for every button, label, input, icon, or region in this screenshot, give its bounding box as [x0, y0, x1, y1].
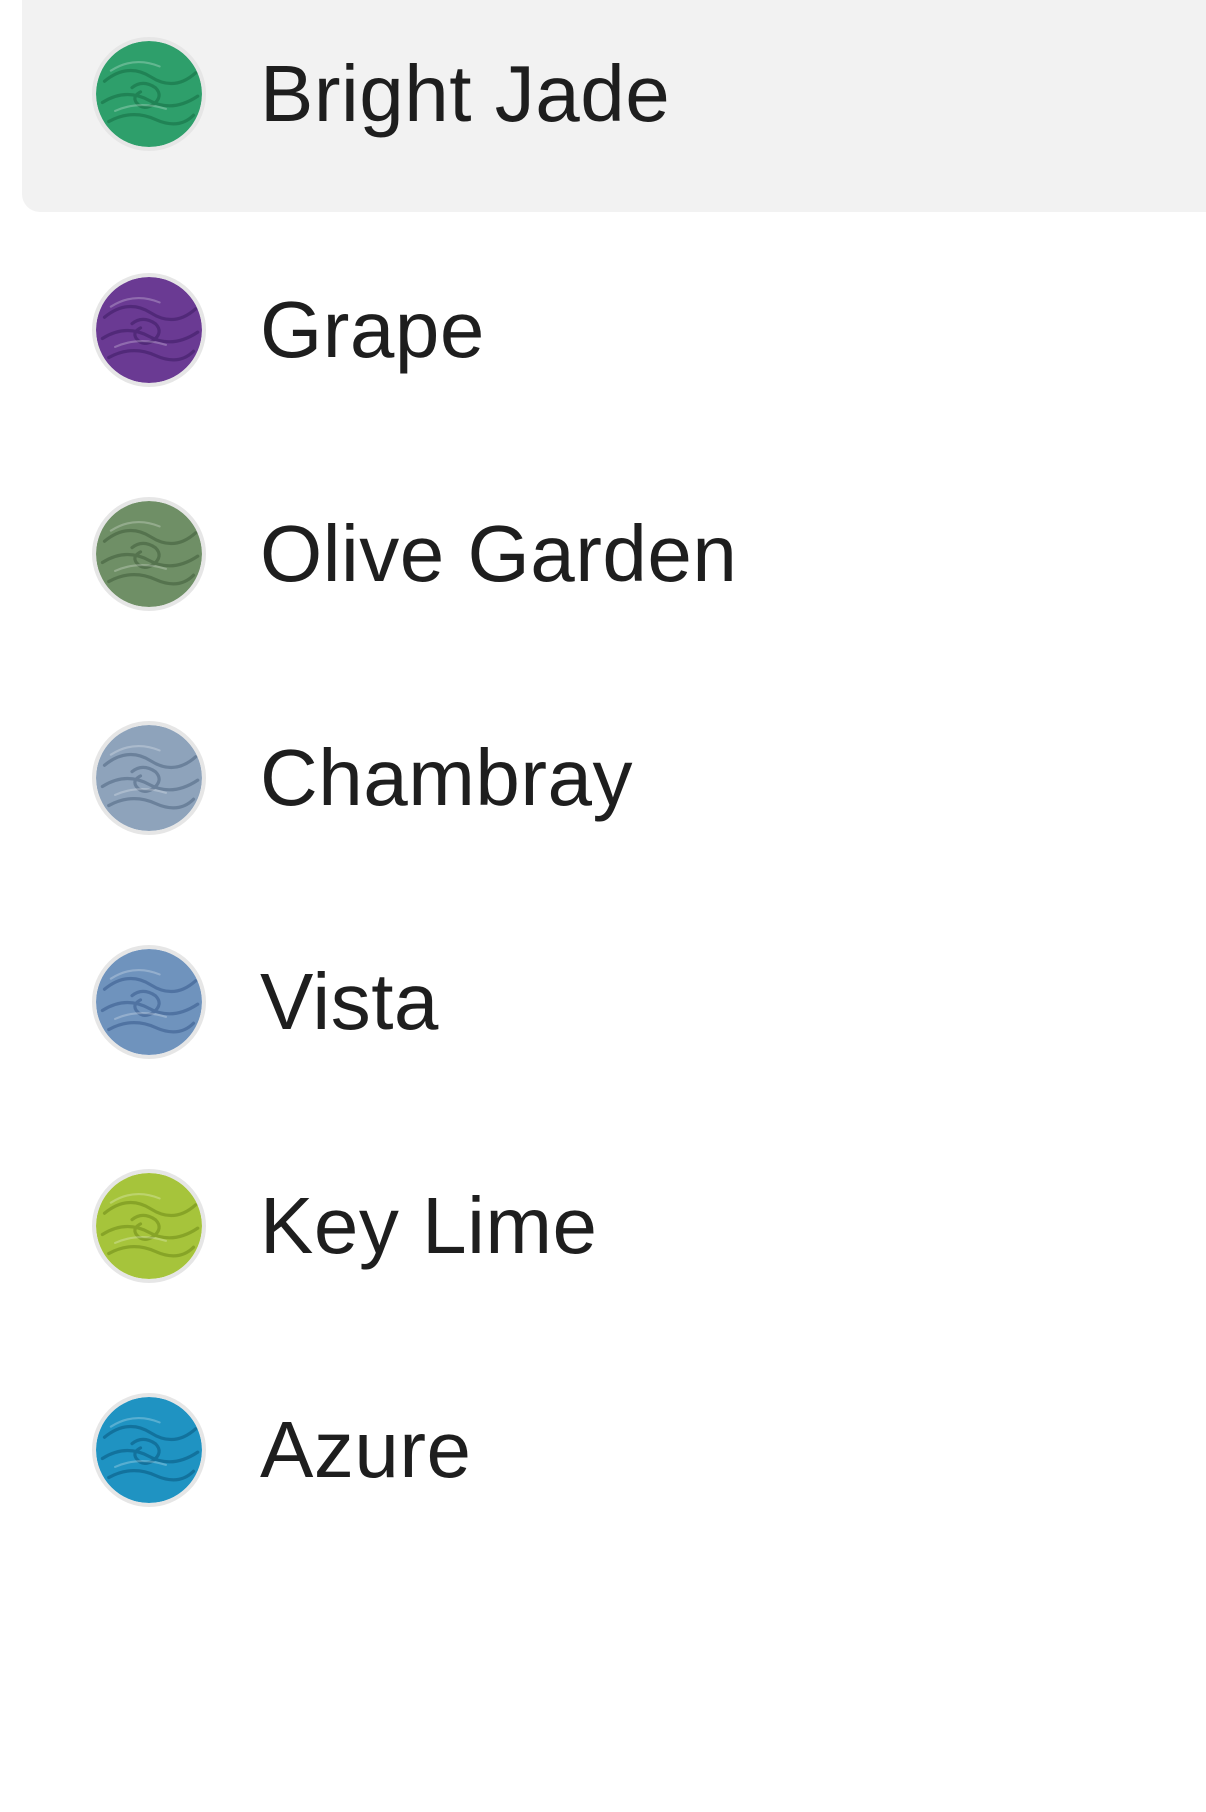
color-option-list: Bright Jade Grape Olive Garden Chambray …: [0, 0, 1206, 1812]
color-option-label: Azure: [260, 1405, 472, 1494]
color-option-vista[interactable]: Vista: [22, 884, 1206, 1120]
color-option-label: Bright Jade: [260, 49, 671, 138]
olive-garden-yarn-swatch-icon: [92, 497, 206, 611]
color-option-olive-garden[interactable]: Olive Garden: [22, 436, 1206, 672]
color-option-label: Chambray: [260, 733, 634, 822]
color-option-label: Key Lime: [260, 1181, 598, 1270]
color-option-grape[interactable]: Grape: [22, 212, 1206, 448]
color-option-label: Grape: [260, 285, 485, 374]
chambray-yarn-swatch-icon: [92, 721, 206, 835]
color-option-label: Olive Garden: [260, 509, 738, 598]
color-option-bright-jade[interactable]: Bright Jade: [22, 0, 1206, 212]
color-option-chambray[interactable]: Chambray: [22, 660, 1206, 896]
vista-yarn-swatch-icon: [92, 945, 206, 1059]
grape-yarn-swatch-icon: [92, 273, 206, 387]
bright-jade-yarn-swatch-icon: [92, 37, 206, 151]
key-lime-yarn-swatch-icon: [92, 1169, 206, 1283]
azure-yarn-swatch-icon: [92, 1393, 206, 1507]
color-option-label: Vista: [260, 957, 439, 1046]
color-option-key-lime[interactable]: Key Lime: [22, 1108, 1206, 1344]
color-option-azure[interactable]: Azure: [22, 1332, 1206, 1568]
